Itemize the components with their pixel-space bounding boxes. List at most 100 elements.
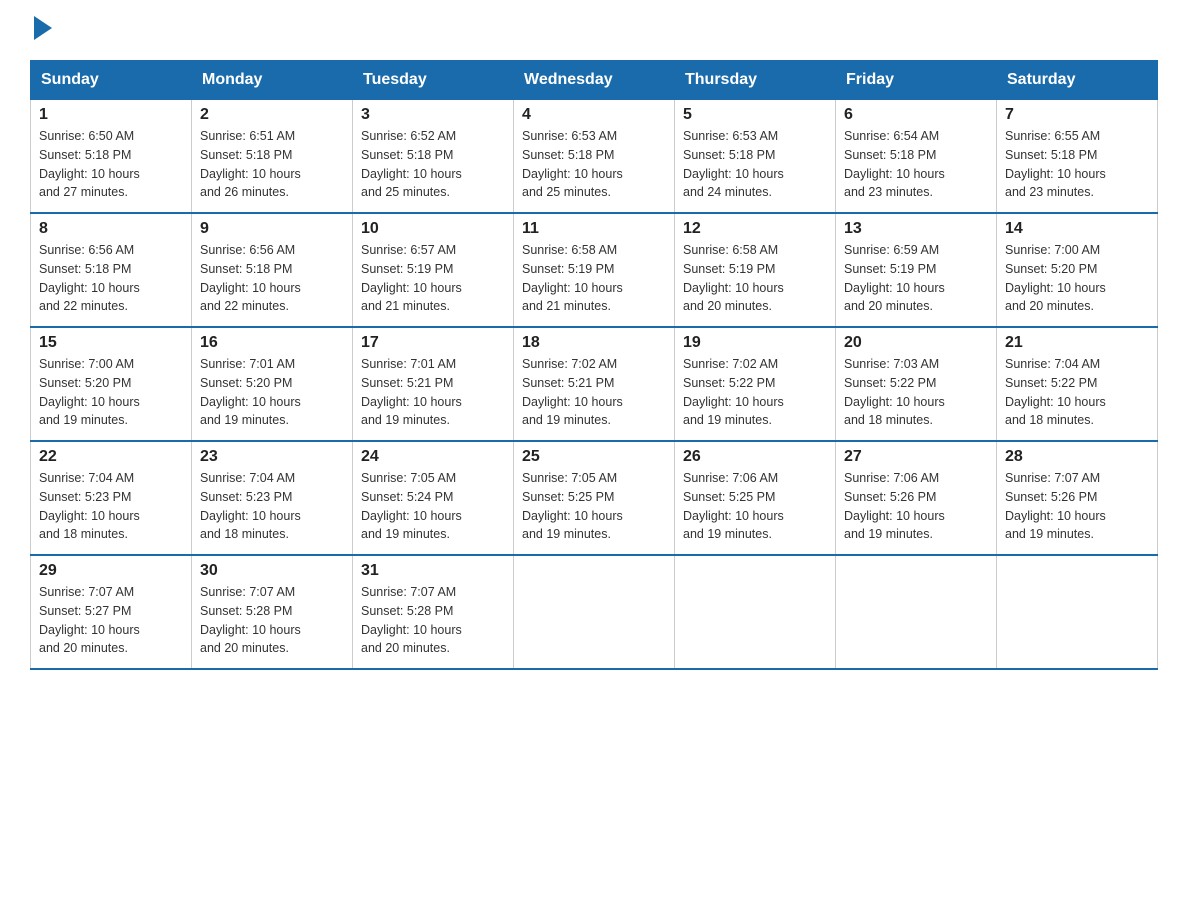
- calendar-day-cell: 15 Sunrise: 7:00 AMSunset: 5:20 PMDaylig…: [31, 327, 192, 441]
- calendar-day-cell: 13 Sunrise: 6:59 AMSunset: 5:19 PMDaylig…: [836, 213, 997, 327]
- day-number: 14: [1005, 220, 1149, 238]
- calendar-day-cell: [997, 555, 1158, 669]
- day-info: Sunrise: 6:54 AMSunset: 5:18 PMDaylight:…: [844, 129, 945, 199]
- calendar-day-cell: [836, 555, 997, 669]
- day-number: 23: [200, 448, 344, 466]
- calendar-day-cell: 1 Sunrise: 6:50 AMSunset: 5:18 PMDayligh…: [31, 100, 192, 214]
- calendar-day-cell: 20 Sunrise: 7:03 AMSunset: 5:22 PMDaylig…: [836, 327, 997, 441]
- day-info: Sunrise: 7:01 AMSunset: 5:20 PMDaylight:…: [200, 357, 301, 427]
- day-number: 16: [200, 334, 344, 352]
- day-info: Sunrise: 7:07 AMSunset: 5:27 PMDaylight:…: [39, 585, 140, 655]
- calendar-day-header: Wednesday: [514, 61, 675, 100]
- day-info: Sunrise: 7:07 AMSunset: 5:28 PMDaylight:…: [200, 585, 301, 655]
- calendar-day-cell: 14 Sunrise: 7:00 AMSunset: 5:20 PMDaylig…: [997, 213, 1158, 327]
- day-number: 27: [844, 448, 988, 466]
- day-number: 19: [683, 334, 827, 352]
- day-info: Sunrise: 6:51 AMSunset: 5:18 PMDaylight:…: [200, 129, 301, 199]
- calendar-day-cell: [514, 555, 675, 669]
- day-info: Sunrise: 7:05 AMSunset: 5:25 PMDaylight:…: [522, 471, 623, 541]
- day-number: 21: [1005, 334, 1149, 352]
- day-info: Sunrise: 6:59 AMSunset: 5:19 PMDaylight:…: [844, 243, 945, 313]
- day-info: Sunrise: 7:03 AMSunset: 5:22 PMDaylight:…: [844, 357, 945, 427]
- day-number: 30: [200, 562, 344, 580]
- day-number: 6: [844, 106, 988, 124]
- calendar-day-cell: 21 Sunrise: 7:04 AMSunset: 5:22 PMDaylig…: [997, 327, 1158, 441]
- calendar-week-row: 29 Sunrise: 7:07 AMSunset: 5:27 PMDaylig…: [31, 555, 1158, 669]
- day-number: 25: [522, 448, 666, 466]
- calendar-day-cell: 10 Sunrise: 6:57 AMSunset: 5:19 PMDaylig…: [353, 213, 514, 327]
- calendar-week-row: 22 Sunrise: 7:04 AMSunset: 5:23 PMDaylig…: [31, 441, 1158, 555]
- calendar-day-header: Thursday: [675, 61, 836, 100]
- day-info: Sunrise: 6:58 AMSunset: 5:19 PMDaylight:…: [683, 243, 784, 313]
- day-number: 28: [1005, 448, 1149, 466]
- day-number: 29: [39, 562, 183, 580]
- day-info: Sunrise: 6:53 AMSunset: 5:18 PMDaylight:…: [522, 129, 623, 199]
- day-number: 3: [361, 106, 505, 124]
- calendar-week-row: 1 Sunrise: 6:50 AMSunset: 5:18 PMDayligh…: [31, 100, 1158, 214]
- calendar-day-cell: 17 Sunrise: 7:01 AMSunset: 5:21 PMDaylig…: [353, 327, 514, 441]
- day-info: Sunrise: 6:55 AMSunset: 5:18 PMDaylight:…: [1005, 129, 1106, 199]
- calendar-day-cell: 16 Sunrise: 7:01 AMSunset: 5:20 PMDaylig…: [192, 327, 353, 441]
- day-number: 13: [844, 220, 988, 238]
- day-info: Sunrise: 7:06 AMSunset: 5:25 PMDaylight:…: [683, 471, 784, 541]
- calendar-day-cell: [675, 555, 836, 669]
- calendar-day-cell: 7 Sunrise: 6:55 AMSunset: 5:18 PMDayligh…: [997, 100, 1158, 214]
- day-info: Sunrise: 6:53 AMSunset: 5:18 PMDaylight:…: [683, 129, 784, 199]
- calendar-day-cell: 23 Sunrise: 7:04 AMSunset: 5:23 PMDaylig…: [192, 441, 353, 555]
- day-number: 1: [39, 106, 183, 124]
- calendar-day-cell: 18 Sunrise: 7:02 AMSunset: 5:21 PMDaylig…: [514, 327, 675, 441]
- logo-arrow-icon: [34, 16, 52, 40]
- day-info: Sunrise: 7:06 AMSunset: 5:26 PMDaylight:…: [844, 471, 945, 541]
- day-info: Sunrise: 6:50 AMSunset: 5:18 PMDaylight:…: [39, 129, 140, 199]
- day-info: Sunrise: 7:04 AMSunset: 5:22 PMDaylight:…: [1005, 357, 1106, 427]
- day-number: 15: [39, 334, 183, 352]
- day-number: 20: [844, 334, 988, 352]
- day-number: 11: [522, 220, 666, 238]
- day-number: 10: [361, 220, 505, 238]
- calendar-day-cell: 4 Sunrise: 6:53 AMSunset: 5:18 PMDayligh…: [514, 100, 675, 214]
- calendar-day-cell: 3 Sunrise: 6:52 AMSunset: 5:18 PMDayligh…: [353, 100, 514, 214]
- calendar-day-cell: 19 Sunrise: 7:02 AMSunset: 5:22 PMDaylig…: [675, 327, 836, 441]
- calendar-day-cell: 26 Sunrise: 7:06 AMSunset: 5:25 PMDaylig…: [675, 441, 836, 555]
- calendar-day-header: Sunday: [31, 61, 192, 100]
- calendar-day-header: Tuesday: [353, 61, 514, 100]
- calendar-day-cell: 31 Sunrise: 7:07 AMSunset: 5:28 PMDaylig…: [353, 555, 514, 669]
- calendar-day-cell: 24 Sunrise: 7:05 AMSunset: 5:24 PMDaylig…: [353, 441, 514, 555]
- calendar-header-row: SundayMondayTuesdayWednesdayThursdayFrid…: [31, 61, 1158, 100]
- calendar-day-cell: 12 Sunrise: 6:58 AMSunset: 5:19 PMDaylig…: [675, 213, 836, 327]
- day-number: 4: [522, 106, 666, 124]
- calendar-day-cell: 27 Sunrise: 7:06 AMSunset: 5:26 PMDaylig…: [836, 441, 997, 555]
- calendar-day-cell: 11 Sunrise: 6:58 AMSunset: 5:19 PMDaylig…: [514, 213, 675, 327]
- calendar-day-cell: 9 Sunrise: 6:56 AMSunset: 5:18 PMDayligh…: [192, 213, 353, 327]
- day-info: Sunrise: 6:56 AMSunset: 5:18 PMDaylight:…: [200, 243, 301, 313]
- day-info: Sunrise: 7:07 AMSunset: 5:28 PMDaylight:…: [361, 585, 462, 655]
- calendar-day-cell: 8 Sunrise: 6:56 AMSunset: 5:18 PMDayligh…: [31, 213, 192, 327]
- calendar-day-cell: 6 Sunrise: 6:54 AMSunset: 5:18 PMDayligh…: [836, 100, 997, 214]
- page-header: [30, 20, 1158, 40]
- calendar-day-cell: 28 Sunrise: 7:07 AMSunset: 5:26 PMDaylig…: [997, 441, 1158, 555]
- calendar-week-row: 8 Sunrise: 6:56 AMSunset: 5:18 PMDayligh…: [31, 213, 1158, 327]
- calendar-day-cell: 25 Sunrise: 7:05 AMSunset: 5:25 PMDaylig…: [514, 441, 675, 555]
- day-number: 31: [361, 562, 505, 580]
- calendar-day-header: Friday: [836, 61, 997, 100]
- day-number: 7: [1005, 106, 1149, 124]
- day-number: 9: [200, 220, 344, 238]
- day-info: Sunrise: 7:02 AMSunset: 5:21 PMDaylight:…: [522, 357, 623, 427]
- day-info: Sunrise: 6:58 AMSunset: 5:19 PMDaylight:…: [522, 243, 623, 313]
- day-number: 5: [683, 106, 827, 124]
- day-info: Sunrise: 6:52 AMSunset: 5:18 PMDaylight:…: [361, 129, 462, 199]
- day-number: 26: [683, 448, 827, 466]
- day-info: Sunrise: 7:02 AMSunset: 5:22 PMDaylight:…: [683, 357, 784, 427]
- day-number: 8: [39, 220, 183, 238]
- day-info: Sunrise: 6:57 AMSunset: 5:19 PMDaylight:…: [361, 243, 462, 313]
- day-number: 24: [361, 448, 505, 466]
- day-info: Sunrise: 7:00 AMSunset: 5:20 PMDaylight:…: [1005, 243, 1106, 313]
- calendar-day-cell: 29 Sunrise: 7:07 AMSunset: 5:27 PMDaylig…: [31, 555, 192, 669]
- calendar-table: SundayMondayTuesdayWednesdayThursdayFrid…: [30, 60, 1158, 670]
- day-info: Sunrise: 7:01 AMSunset: 5:21 PMDaylight:…: [361, 357, 462, 427]
- calendar-week-row: 15 Sunrise: 7:00 AMSunset: 5:20 PMDaylig…: [31, 327, 1158, 441]
- day-number: 17: [361, 334, 505, 352]
- day-info: Sunrise: 7:07 AMSunset: 5:26 PMDaylight:…: [1005, 471, 1106, 541]
- day-info: Sunrise: 7:00 AMSunset: 5:20 PMDaylight:…: [39, 357, 140, 427]
- calendar-day-cell: 2 Sunrise: 6:51 AMSunset: 5:18 PMDayligh…: [192, 100, 353, 214]
